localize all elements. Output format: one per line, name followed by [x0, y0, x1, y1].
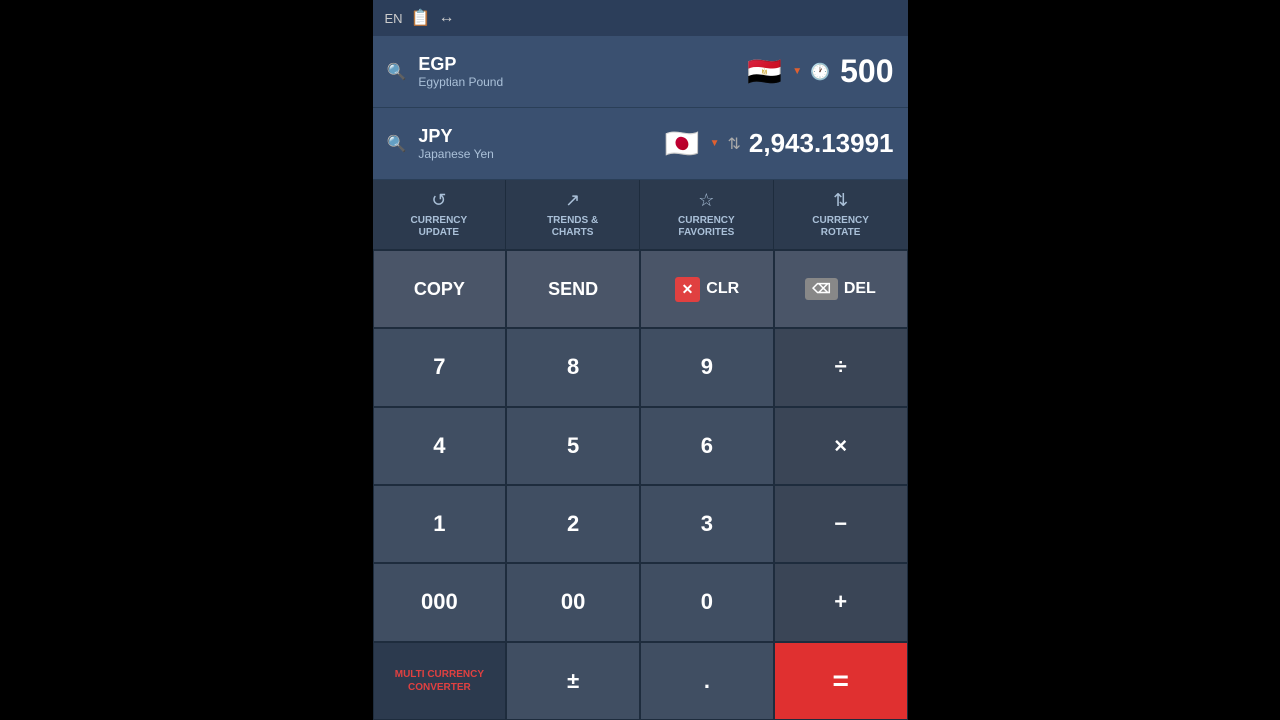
action-label-rotate: CURRENCYROTATE: [812, 215, 869, 239]
currency-value-2: 2,943.13991: [749, 128, 894, 159]
currency-value-1: 500: [840, 53, 893, 90]
key-del[interactable]: ⌫ DEL: [774, 250, 908, 328]
action-label-update: CURRENCYUPDATE: [411, 215, 468, 239]
top-bar: EN 📋 ↔: [373, 0, 908, 36]
currency-info-2: JPY Japanese Yen: [418, 126, 654, 161]
del-backspace-icon: ⌫: [805, 278, 837, 300]
key-equals[interactable]: =: [774, 642, 908, 720]
rotate-icon: ⇅: [833, 190, 848, 211]
swap-icon[interactable]: ⇅: [728, 134, 741, 154]
keypad-row-6: MULTI CURRENCYCONVERTER ± . =: [373, 642, 908, 720]
action-label-favorites: CURRENCYFAVORITES: [678, 215, 735, 239]
currency-name-2: Japanese Yen: [418, 147, 654, 161]
key-8[interactable]: 8: [506, 328, 640, 406]
key-6[interactable]: 6: [640, 407, 774, 485]
action-trends-charts[interactable]: ↗ TRENDS &CHARTS: [506, 180, 640, 249]
dropdown-arrow-2[interactable]: ▼: [710, 138, 720, 149]
currency-row-2: 🔍 JPY Japanese Yen 🇯🇵 ▼ ⇅ 2,943.13991: [373, 108, 908, 180]
key-4[interactable]: 4: [373, 407, 507, 485]
key-3[interactable]: 3: [640, 485, 774, 563]
clr-x-icon: ✕: [675, 277, 701, 302]
key-0[interactable]: 0: [640, 563, 774, 641]
key-7[interactable]: 7: [373, 328, 507, 406]
currency-name-1: Egyptian Pound: [418, 75, 737, 89]
currency-code-1[interactable]: EGP: [418, 54, 737, 75]
favorites-icon: ☆: [698, 190, 714, 211]
currency-row-1: 🔍 EGP Egyptian Pound 🇪🇬 ▼ 🕐 500: [373, 36, 908, 108]
currency-flag-2: 🇯🇵: [665, 127, 700, 160]
rotate-top-icon[interactable]: ↔: [438, 9, 454, 27]
keypad-row-4: 1 2 3 −: [373, 485, 908, 563]
copy-top-icon[interactable]: 📋: [411, 8, 431, 28]
history-icon[interactable]: 🕐: [810, 62, 830, 82]
action-row: ↺ CURRENCYUPDATE ↗ TRENDS &CHARTS ☆ CURR…: [373, 180, 908, 250]
search-icon-2[interactable]: 🔍: [387, 134, 407, 154]
key-5[interactable]: 5: [506, 407, 640, 485]
currency-code-2[interactable]: JPY: [418, 126, 654, 147]
key-2[interactable]: 2: [506, 485, 640, 563]
keypad-row-2: 7 8 9 ÷: [373, 328, 908, 406]
keypad: COPY SEND ✕ CLR ⌫ DEL 7 8 9 ÷ 4 5 6: [373, 250, 908, 720]
key-send[interactable]: SEND: [506, 250, 640, 328]
keypad-row-3: 4 5 6 ×: [373, 407, 908, 485]
key-dot[interactable]: .: [640, 642, 774, 720]
action-label-trends: TRENDS &CHARTS: [547, 215, 598, 239]
trends-icon: ↗: [565, 190, 580, 211]
key-clr[interactable]: ✕ CLR: [640, 250, 774, 328]
key-sign[interactable]: ±: [506, 642, 640, 720]
key-divide[interactable]: ÷: [774, 328, 908, 406]
key-copy[interactable]: COPY: [373, 250, 507, 328]
key-multiply[interactable]: ×: [774, 407, 908, 485]
currency-flag-1: 🇪🇬: [747, 55, 782, 88]
action-currency-favorites[interactable]: ☆ CURRENCYFAVORITES: [640, 180, 774, 249]
key-multicurrency[interactable]: MULTI CURRENCYCONVERTER: [373, 642, 507, 720]
app-container: EN 📋 ↔ 🔍 EGP Egyptian Pound 🇪🇬 ▼ 🕐 500 🔍…: [373, 0, 908, 720]
key-00[interactable]: 00: [506, 563, 640, 641]
key-add[interactable]: +: [774, 563, 908, 641]
key-000[interactable]: 000: [373, 563, 507, 641]
keypad-row-1: COPY SEND ✕ CLR ⌫ DEL: [373, 250, 908, 328]
key-1[interactable]: 1: [373, 485, 507, 563]
dropdown-arrow-1[interactable]: ▼: [792, 66, 802, 77]
keypad-row-5: 000 00 0 +: [373, 563, 908, 641]
action-currency-rotate[interactable]: ⇅ CURRENCYROTATE: [774, 180, 908, 249]
key-9[interactable]: 9: [640, 328, 774, 406]
key-subtract[interactable]: −: [774, 485, 908, 563]
update-icon: ↺: [431, 190, 446, 211]
search-icon-1[interactable]: 🔍: [387, 62, 407, 82]
action-currency-update[interactable]: ↺ CURRENCYUPDATE: [373, 180, 507, 249]
multicurrency-label: MULTI CURRENCYCONVERTER: [395, 668, 484, 694]
currency-info-1: EGP Egyptian Pound: [418, 54, 737, 89]
language-label: EN: [385, 11, 403, 26]
